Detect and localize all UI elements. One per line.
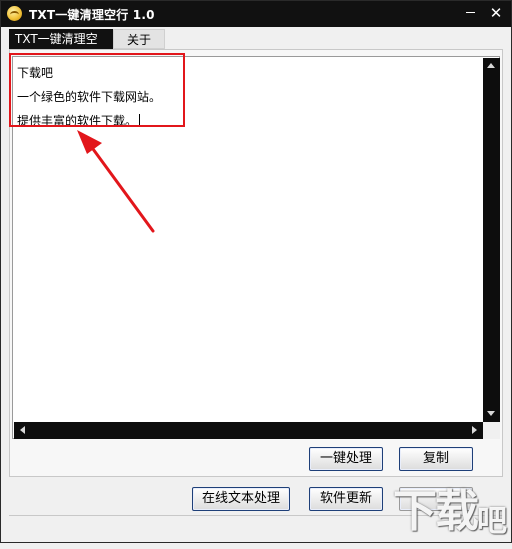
one-click-process-button[interactable]: 一键处理 xyxy=(309,447,383,471)
watermark-char: 载 xyxy=(435,486,479,537)
site-watermark-logo: 下 载 吧 xyxy=(385,483,511,543)
app-window: TXT一键清理空行 1.0 ✕ TXT一键清理空行 关于 下载吧 一个绿色的软件… xyxy=(0,0,512,543)
software-update-button[interactable]: 软件更新 xyxy=(309,487,383,511)
watermark-char: 下 xyxy=(393,486,437,537)
copy-button[interactable]: 复制 xyxy=(399,447,473,471)
online-text-processing-button[interactable]: 在线文本处理 xyxy=(192,487,290,511)
watermark-char: 吧 xyxy=(477,504,507,539)
